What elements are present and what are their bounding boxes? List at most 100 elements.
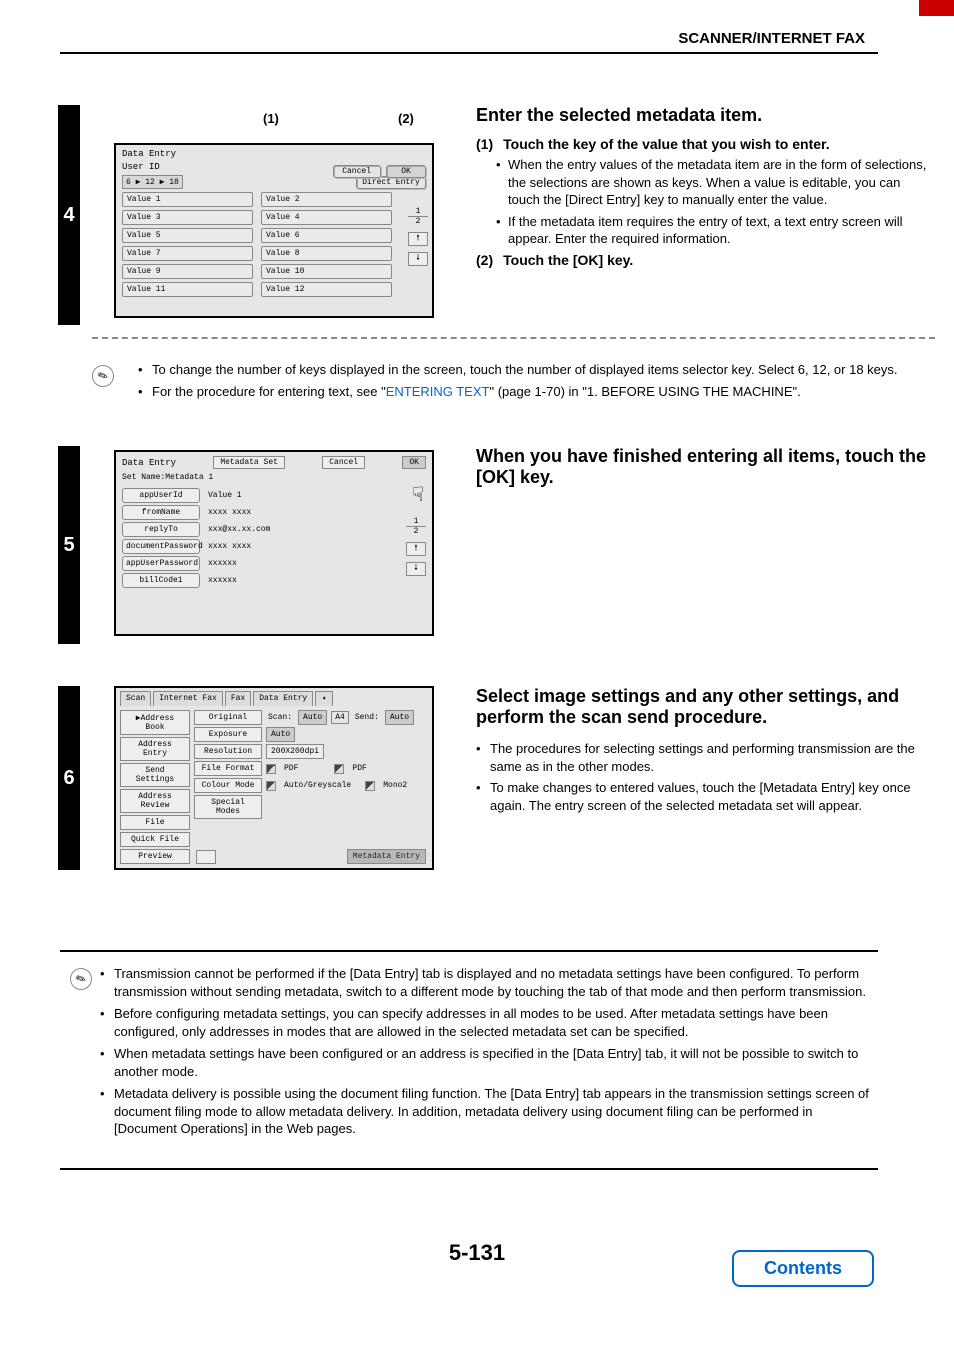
address-review-button[interactable]: Address Review — [120, 789, 190, 813]
value-key[interactable]: Value 1 — [122, 192, 253, 207]
resolution-key[interactable]: Resolution — [194, 744, 262, 759]
page-down-button[interactable]: 🠗 — [406, 562, 426, 576]
ok-button[interactable]: OK — [386, 165, 426, 178]
page-current: 1 — [408, 207, 428, 217]
tab-fax[interactable]: Fax — [225, 691, 251, 706]
panel-step4: Data Entry User ID Cancel OK 6 ▶ 12 ▶ 18… — [114, 143, 434, 318]
sub1-text: Touch the key of the value that you wish… — [503, 136, 829, 152]
step4-note: To change the number of keys displayed i… — [138, 357, 933, 404]
exposure-key[interactable]: Exposure — [194, 727, 262, 742]
value-key[interactable]: Value 7 — [122, 246, 253, 261]
file-button[interactable]: File — [120, 815, 190, 830]
dashed-separator — [92, 337, 935, 339]
value-key[interactable]: Value 3 — [122, 210, 253, 225]
prop-key[interactable]: appUserPassword — [122, 556, 200, 571]
scan-auto[interactable]: Auto — [298, 710, 327, 725]
step6-text: Select image settings and any other sett… — [476, 686, 931, 818]
step6-b2: To make changes to entered values, touch… — [476, 779, 931, 814]
send-settings-button[interactable]: Send Settings — [120, 763, 190, 787]
value-key[interactable]: Value 9 — [122, 264, 253, 279]
pdf2: PDF — [350, 764, 368, 773]
page-up-button[interactable]: 🠕 — [408, 232, 428, 246]
note-b2b: " (page 1-70) in "1. BEFORE USING THE MA… — [489, 384, 800, 399]
value-key[interactable]: Value 5 — [122, 228, 253, 243]
header-rule — [60, 52, 878, 54]
a4-indicator: A4 — [331, 711, 349, 724]
value-key[interactable]: Value 6 — [261, 228, 392, 243]
sub1-num: (1) — [476, 136, 493, 152]
entering-text-link[interactable]: ENTERING TEXT — [386, 384, 490, 399]
note-b1: To change the number of keys displayed i… — [138, 361, 933, 379]
rule-bottom — [60, 1168, 878, 1170]
step6-heading: Select image settings and any other sett… — [476, 686, 931, 728]
prop-val: xxxxxx — [208, 576, 237, 585]
metadata-entry-button[interactable]: Metadata Entry — [347, 849, 426, 864]
header-title: SCANNER/INTERNET FAX — [0, 30, 875, 47]
display-count-selector[interactable]: 6 ▶ 12 ▶ 18 — [122, 175, 183, 189]
ok-button[interactable]: OK — [402, 456, 426, 469]
file-icon — [334, 764, 344, 774]
cancel-button[interactable]: Cancel — [322, 456, 365, 469]
tab-more[interactable]: ➧ — [315, 691, 333, 706]
panel4-title: Data Entry — [122, 149, 426, 159]
send-label: Send: — [353, 713, 381, 722]
value-key[interactable]: Value 2 — [261, 192, 392, 207]
address-book-button[interactable]: ▶Address Book — [120, 710, 190, 735]
panel5-pager: 1 2 🠕 🠗 — [406, 517, 426, 576]
tab-ifax[interactable]: Internet Fax — [153, 691, 223, 706]
value-key[interactable]: Value 10 — [261, 264, 392, 279]
address-entry-button[interactable]: Address Entry — [120, 737, 190, 761]
touch-hand-icon: ☟ — [412, 482, 424, 508]
page-up-button[interactable]: 🠕 — [406, 542, 426, 556]
prop-val: xxx@xx.xx.com — [208, 525, 270, 534]
colourmode-key[interactable]: Colour Mode — [194, 778, 262, 793]
step-6-number: 6 — [58, 686, 80, 870]
prop-key[interactable]: appUserId — [122, 488, 200, 503]
rule-top — [60, 950, 878, 952]
step4-text: Enter the selected metadata item. (1) Tou… — [476, 105, 931, 272]
tab-data-entry[interactable]: Data Entry — [253, 691, 313, 706]
colour-icon — [365, 781, 375, 791]
value-key[interactable]: Value 8 — [261, 246, 392, 261]
page-current: 1 — [406, 517, 426, 527]
mono2: Mono2 — [381, 781, 409, 790]
cancel-button[interactable]: Cancel — [333, 165, 381, 178]
prop-val: xxxxxx — [208, 559, 237, 568]
bottom-note: Transmission cannot be performed if the … — [100, 960, 875, 1143]
prop-val: Value 1 — [208, 491, 242, 500]
contents-button[interactable]: Contents — [732, 1250, 874, 1287]
quick-file-button[interactable]: Quick File — [120, 832, 190, 847]
set-name: Set Name:Metadata 1 — [116, 471, 432, 484]
value-key[interactable]: Value 12 — [261, 282, 392, 297]
sub2-num: (2) — [476, 252, 493, 268]
specialmodes-key[interactable]: Special Modes — [194, 795, 262, 819]
preview-button[interactable]: Preview — [120, 849, 190, 864]
red-corner — [919, 0, 954, 16]
scan-label: Scan: — [266, 713, 294, 722]
panel-step5: Data Entry Metadata Set Cancel OK Set Na… — [114, 450, 434, 636]
value-key[interactable]: Value 4 — [261, 210, 392, 225]
panel-step6: Scan Internet Fax Fax Data Entry ➧ ▶Addr… — [114, 686, 434, 870]
fileformat-key[interactable]: File Format — [194, 761, 262, 776]
step4-bullet1: When the entry values of the metadata it… — [476, 156, 931, 209]
prop-key[interactable]: replyTo — [122, 522, 200, 537]
note-b2a: For the procedure for entering text, see… — [152, 384, 386, 399]
page-down-button[interactable]: 🠗 — [408, 252, 428, 266]
prop-key[interactable]: fromName — [122, 505, 200, 520]
value-key[interactable]: Value 11 — [122, 282, 253, 297]
prop-val: xxxx xxxx — [208, 542, 251, 551]
exposure-auto[interactable]: Auto — [266, 727, 295, 742]
book-icon[interactable] — [196, 850, 216, 864]
prop-key[interactable]: documentPassword — [122, 539, 200, 554]
step4-heading: Enter the selected metadata item. — [476, 105, 931, 126]
metadata-set-button[interactable]: Metadata Set — [213, 456, 285, 469]
step6-b1: The procedures for selecting settings an… — [476, 740, 931, 775]
tab-scan[interactable]: Scan — [120, 691, 151, 706]
prop-key[interactable]: billCode1 — [122, 573, 200, 588]
sub2-text: Touch the [OK] key. — [503, 252, 633, 268]
step5-heading: When you have finished entering all item… — [476, 446, 931, 488]
bn2: Before configuring metadata settings, yo… — [100, 1005, 875, 1040]
page-total: 2 — [408, 217, 428, 226]
send-auto[interactable]: Auto — [385, 710, 414, 725]
original-key[interactable]: Original — [194, 710, 262, 725]
